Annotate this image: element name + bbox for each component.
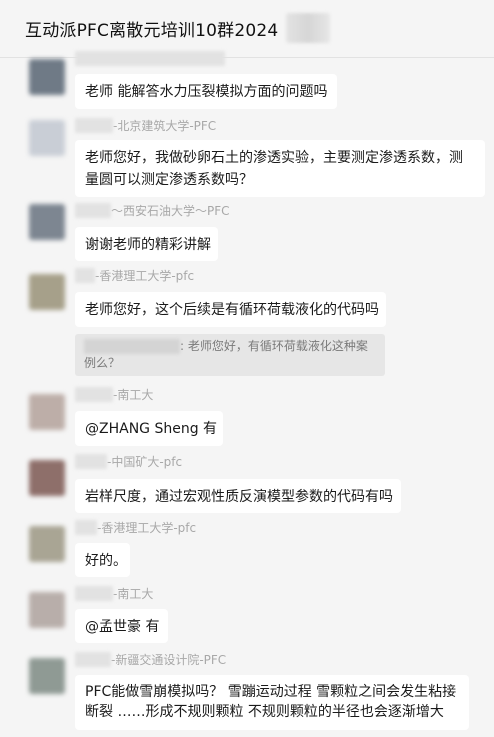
avatar[interactable]: [29, 658, 65, 694]
sender-name: -香港理工大学-pfc: [75, 268, 194, 284]
avatar[interactable]: [29, 120, 65, 156]
sender-name: -南工大: [75, 387, 153, 403]
message-bubble[interactable]: @孟世豪 有: [75, 609, 168, 643]
avatar[interactable]: [29, 460, 65, 496]
avatar[interactable]: [29, 592, 65, 628]
message-bubble[interactable]: PFC能做雪崩模拟吗？ 雪蹦运动过程 雪颗粒之间会发生粘接 断裂 ……形成不规则…: [75, 675, 469, 730]
blurred-name: [75, 520, 97, 535]
blurred-name: [75, 51, 225, 66]
group-title: 互动派PFC离散元培训10群2024: [25, 21, 279, 41]
blurred-name: [75, 118, 113, 133]
blurred-name: [75, 586, 113, 601]
blurred-name: [75, 652, 111, 667]
message-bubble[interactable]: 老师 能解答水力压裂模拟方面的问题吗: [75, 74, 337, 109]
sender-name: [75, 51, 225, 67]
blurred-member-count: [286, 13, 330, 43]
sender-name: -新疆交通设计院-PFC: [75, 652, 226, 668]
quoted-message[interactable]: : 老师您好，有循环荷载液化这种案例么？: [75, 334, 385, 376]
avatar[interactable]: [29, 526, 65, 562]
blurred-name: [75, 387, 113, 402]
sender-name: -南工大: [75, 586, 153, 602]
message-bubble[interactable]: 岩样尺度，通过宏观性质反演模型参数的代码有吗: [75, 479, 401, 513]
message-bubble[interactable]: 老师您好，我做砂卵石土的渗透实验，主要测定渗透系数，测量圆可以测定渗透系数吗？: [75, 140, 485, 197]
chat-header: 互动派PFC离散元培训10群2024: [0, 0, 494, 58]
message-bubble[interactable]: 老师您好，这个后续是有循环荷载液化的代码吗: [75, 292, 386, 327]
blurred-name: [75, 268, 95, 283]
blurred-name: [75, 454, 107, 469]
message-bubble[interactable]: 好的。: [75, 543, 130, 577]
avatar[interactable]: [29, 204, 65, 240]
avatar[interactable]: [29, 394, 65, 430]
avatar[interactable]: [29, 274, 65, 310]
avatar[interactable]: [29, 59, 65, 95]
sender-name: -北京建筑大学-PFC: [75, 118, 216, 134]
message-bubble[interactable]: 谢谢老师的精彩讲解: [75, 227, 218, 261]
message-bubble[interactable]: @ZHANG Sheng 有: [75, 411, 223, 446]
sender-name: -香港理工大学-pfc: [75, 520, 196, 536]
sender-name: ～西安石油大学～PFC: [75, 203, 230, 219]
sender-name: -中国矿大-pfc: [75, 454, 182, 470]
blurred-name: [75, 203, 111, 218]
blurred-quoted-sender: [84, 339, 180, 354]
